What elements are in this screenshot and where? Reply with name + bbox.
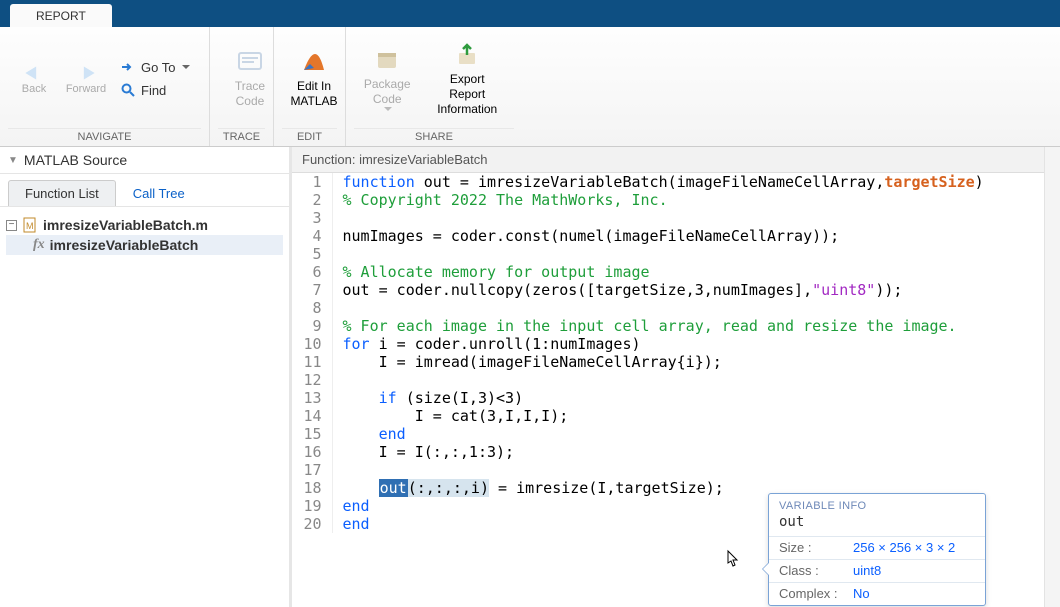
code-line: 4numImages = coder.const(numel(imageFile… <box>292 227 1060 245</box>
sidebar-header[interactable]: ▼ MATLAB Source <box>0 147 289 174</box>
matlab-icon <box>300 48 328 76</box>
code-line: 11 I = imread(imageFileNameCellArray{i})… <box>292 353 1060 371</box>
caret-down-icon <box>384 107 392 111</box>
code-line: 2% Copyright 2022 The MathWorks, Inc. <box>292 191 1060 209</box>
tooltip-complex-row: Complex : No <box>769 582 985 605</box>
code-line: 3 <box>292 209 1060 227</box>
tab-call-tree[interactable]: Call Tree <box>116 180 202 206</box>
arrow-right-icon <box>73 63 99 83</box>
tab-report[interactable]: REPORT <box>10 4 112 27</box>
export-icon <box>453 41 481 69</box>
code-table: 1function out = imresizeVariableBatch(im… <box>292 173 1060 533</box>
ribbon-group-edit: Edit In MATLAB EDIT <box>274 27 346 146</box>
code-line: 17 <box>292 461 1060 479</box>
forward-button: Forward <box>60 59 112 99</box>
tree-func-label: imresizeVariableBatch <box>50 237 199 253</box>
collapse-icon: ▼ <box>8 155 18 166</box>
sidebar: ▼ MATLAB Source Function List Call Tree … <box>0 147 292 607</box>
breadcrumb: Function: imresizeVariableBatch <box>292 147 1060 173</box>
code-line: 5 <box>292 245 1060 263</box>
code-line: 14 I = cat(3,I,I,I); <box>292 407 1060 425</box>
sidebar-title: MATLAB Source <box>24 152 127 168</box>
fx-icon: fx <box>33 237 45 253</box>
svg-text:M: M <box>26 221 34 231</box>
tab-function-list[interactable]: Function List <box>8 180 116 206</box>
group-label-navigate: NAVIGATE <box>8 128 201 146</box>
sidebar-tabs: Function List Call Tree <box>0 174 289 207</box>
back-button: Back <box>8 59 60 99</box>
goto-dropdown[interactable]: Go To <box>116 57 194 77</box>
ribbon-group-trace: Trace Code TRACE <box>210 27 274 146</box>
hover-variable-out[interactable]: out <box>379 479 408 497</box>
trace-icon <box>236 48 264 76</box>
code-line: 10for i = coder.unroll(1:numImages) <box>292 335 1060 353</box>
code-line: 9% For each image in the input cell arra… <box>292 317 1060 335</box>
group-label-edit: EDIT <box>282 128 337 146</box>
export-report-button[interactable]: Export Report Information <box>420 35 514 123</box>
code-editor[interactable]: 1function out = imresizeVariableBatch(im… <box>292 173 1060 607</box>
magnifier-icon <box>120 82 136 98</box>
main-area: ▼ MATLAB Source Function List Call Tree … <box>0 147 1060 607</box>
caret-down-icon <box>182 65 190 69</box>
tree-file-row[interactable]: − M imresizeVariableBatch.m <box>6 215 283 235</box>
vertical-scrollbar[interactable] <box>1044 147 1060 607</box>
tooltip-size-row: Size : 256 × 256 × 3 × 2 <box>769 536 985 559</box>
code-line: 8 <box>292 299 1060 317</box>
goto-icon <box>120 59 136 75</box>
code-line: 13 if (size(I,3)<3) <box>292 389 1060 407</box>
code-line: 7out = coder.nullcopy(zeros([targetSize,… <box>292 281 1060 299</box>
pointer-cursor-icon <box>724 549 740 569</box>
variable-info-tooltip: VARIABLE INFO out Size : 256 × 256 × 3 ×… <box>768 493 986 606</box>
code-line: 16 I = I(:,:,1:3); <box>292 443 1060 461</box>
code-line: 1function out = imresizeVariableBatch(im… <box>292 173 1060 191</box>
tooltip-class-value: uint8 <box>853 563 881 578</box>
tooltip-header: VARIABLE INFO <box>769 494 985 514</box>
code-line: 15 end <box>292 425 1060 443</box>
group-label-trace: TRACE <box>218 128 265 146</box>
tree-func-row[interactable]: fx imresizeVariableBatch <box>6 235 283 255</box>
package-icon <box>373 46 401 74</box>
package-code-button: Package Code <box>354 40 420 117</box>
code-line: 12 <box>292 371 1060 389</box>
tooltip-variable-name: out <box>769 514 985 536</box>
ribbon: Back Forward Go To Find NAVIGATE <box>0 27 1060 147</box>
code-line: 6% Allocate memory for output image <box>292 263 1060 281</box>
arrow-left-icon <box>21 63 47 83</box>
tooltip-arrow-icon <box>762 562 769 576</box>
top-tab-bar: REPORT <box>0 0 1060 27</box>
mfile-icon: M <box>22 217 38 233</box>
tooltip-size-value: 256 × 256 × 3 × 2 <box>853 540 955 555</box>
tree-collapse-icon[interactable]: − <box>6 220 17 231</box>
tooltip-complex-value: No <box>853 586 870 601</box>
edit-in-matlab-button[interactable]: Edit In MATLAB <box>282 42 346 115</box>
find-button[interactable]: Find <box>116 80 194 100</box>
code-pane: Function: imresizeVariableBatch 1functio… <box>292 147 1060 607</box>
ribbon-group-share: Package Code Export Report Information S… <box>346 27 522 146</box>
group-label-share: SHARE <box>354 128 514 146</box>
tree-file-label: imresizeVariableBatch.m <box>43 217 208 233</box>
tooltip-class-row: Class : uint8 <box>769 559 985 582</box>
trace-code-button: Trace Code <box>218 42 282 115</box>
function-tree: − M imresizeVariableBatch.m fx imresizeV… <box>0 207 289 263</box>
ribbon-group-navigate: Back Forward Go To Find NAVIGATE <box>0 27 210 146</box>
